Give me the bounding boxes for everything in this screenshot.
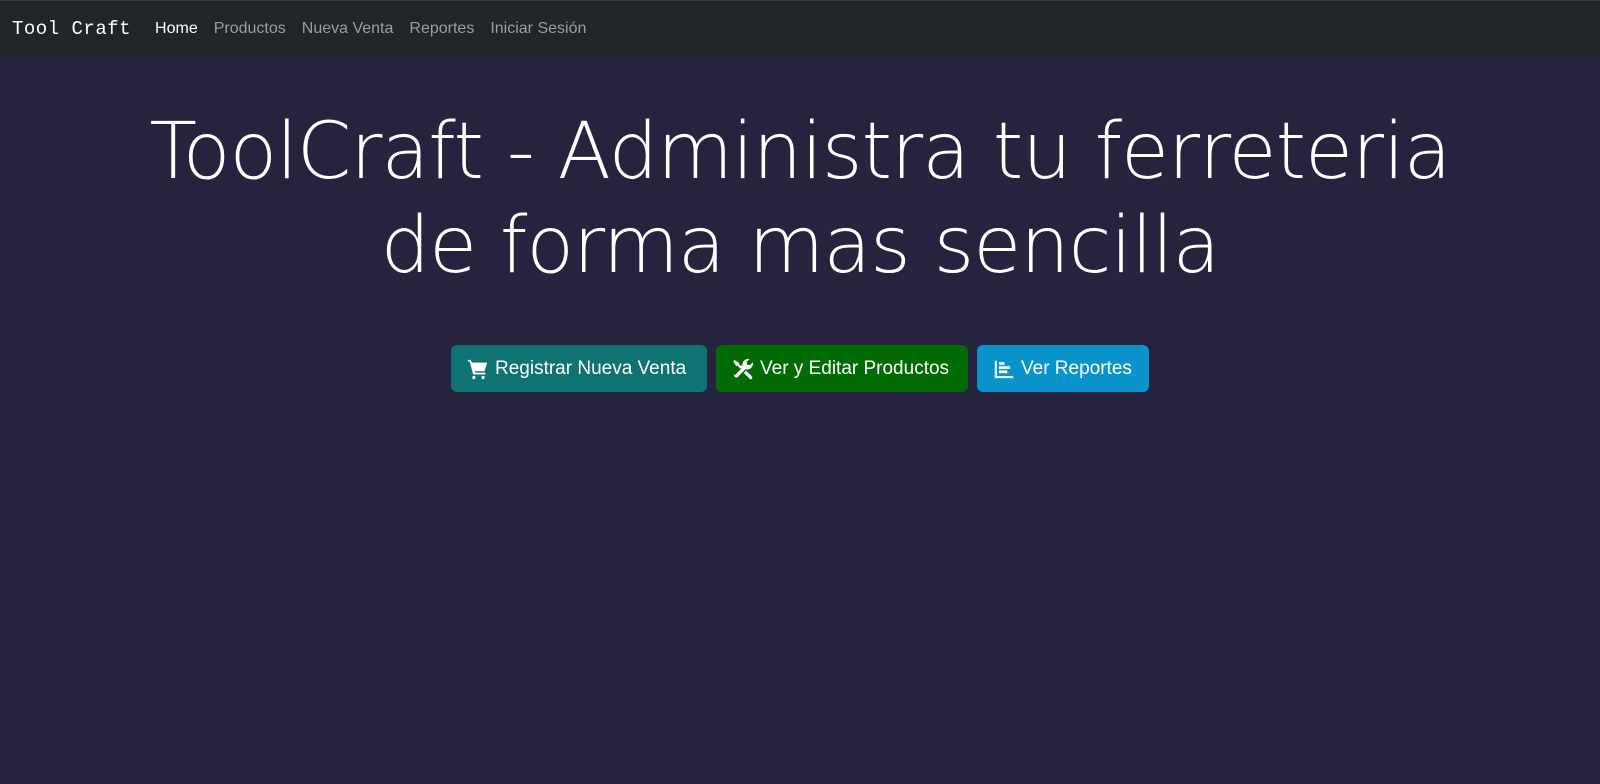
action-buttons: Registrar Nueva Venta Ver y Editar Produ…: [0, 345, 1600, 392]
chart-bar-icon: [993, 358, 1015, 380]
ver-editar-productos-button[interactable]: Ver y Editar Productos: [716, 345, 968, 392]
ver-reportes-button[interactable]: Ver Reportes: [977, 345, 1149, 392]
tools-icon: [732, 358, 754, 380]
brand-logo-link[interactable]: Tool Craft: [12, 18, 131, 40]
home-page: ToolCraft - Administra tu ferreteria de …: [0, 57, 1600, 784]
nav-link-productos[interactable]: Productos: [214, 20, 286, 38]
registrar-nueva-venta-button[interactable]: Registrar Nueva Venta: [451, 345, 707, 392]
ver-editar-productos-label: Ver y Editar Productos: [760, 357, 950, 379]
nav-link-reportes[interactable]: Reportes: [409, 20, 474, 38]
nav-link-home[interactable]: Home: [155, 20, 198, 38]
top-navbar: Tool Craft Home Productos Nueva Venta Re…: [0, 0, 1600, 57]
hero-title: ToolCraft - Administra tu ferreteria de …: [149, 107, 1451, 291]
shopping-cart-icon: [467, 358, 489, 380]
registrar-nueva-venta-label: Registrar Nueva Venta: [495, 357, 687, 379]
nav-link-nueva-venta[interactable]: Nueva Venta: [302, 20, 394, 38]
nav-link-iniciar-sesion[interactable]: Iniciar Sesión: [490, 20, 586, 38]
ver-reportes-label: Ver Reportes: [1021, 357, 1132, 379]
